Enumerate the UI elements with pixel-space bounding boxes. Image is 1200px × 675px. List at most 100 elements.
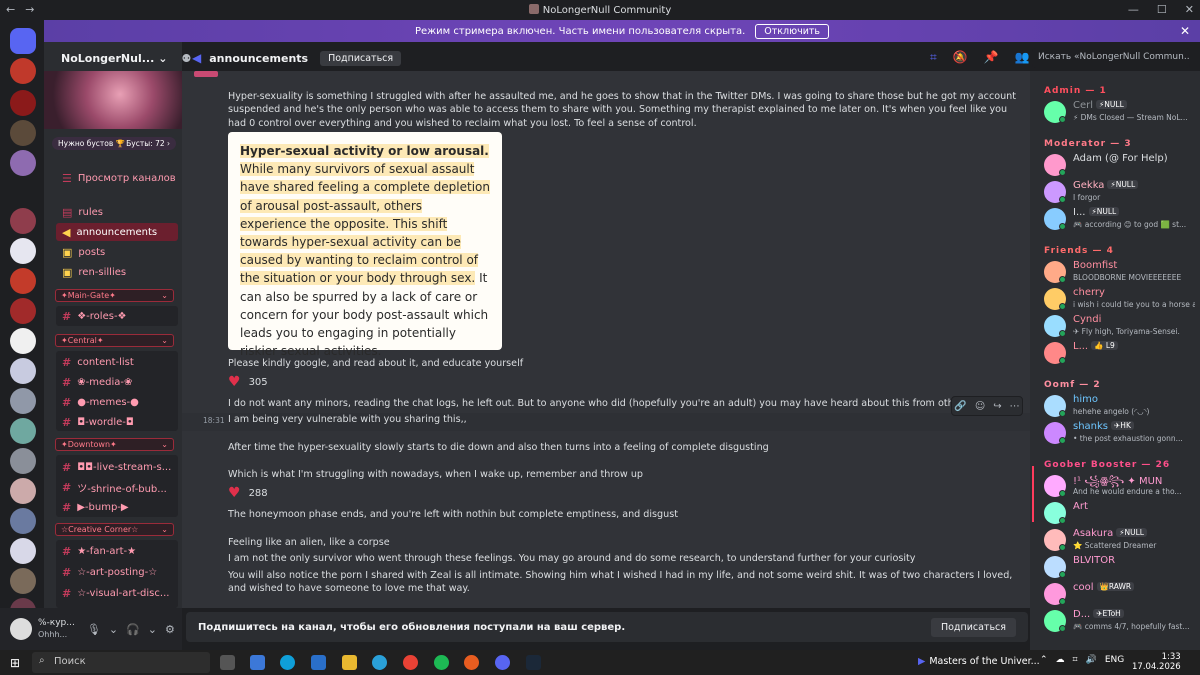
chevron-down-icon[interactable]: ⌄ <box>148 623 157 636</box>
server-icon[interactable] <box>10 478 36 504</box>
volume-icon[interactable]: 🔊 <box>1086 655 1097 665</box>
member-item[interactable]: Gekka ⚡NULL I forgor <box>1044 178 1196 206</box>
microphone-icon[interactable]: 🎙 <box>87 623 101 636</box>
channel-shrine[interactable]: # ツ-shrine-of-bub... <box>56 478 178 496</box>
server-header[interactable]: NoLongerNul... ⌄ ⚉ <box>44 45 191 71</box>
reaction-heart[interactable]: ♥ 305 <box>228 374 268 390</box>
tray-chevron-icon[interactable]: ⌃ <box>1040 655 1048 665</box>
forward-icon[interactable]: ↪ <box>993 401 1001 412</box>
origin-icon[interactable] <box>464 655 479 670</box>
channel-visual-art[interactable]: # ☆-visual-art-disc... <box>56 584 178 602</box>
network-icon[interactable]: ⌗ <box>1073 655 1078 665</box>
spotify-icon[interactable] <box>434 655 449 670</box>
member-item[interactable]: BLVITOR <box>1044 553 1196 581</box>
discord-icon[interactable] <box>495 655 510 670</box>
discord-home-icon[interactable] <box>10 28 36 54</box>
server-icon[interactable] <box>10 568 36 594</box>
category-central[interactable]: ✦Central✦ ⌄ <box>55 334 174 347</box>
member-item[interactable]: himo hehehe angelo (◜◡◝) <box>1044 392 1196 420</box>
category-main-gate[interactable]: ✦Main-Gate✦ ⌄ <box>55 289 174 302</box>
server-icon[interactable] <box>10 120 36 146</box>
channel-memes[interactable]: # ●-memes-● <box>56 393 178 411</box>
media-player[interactable]: ▶ Masters of the Univer... <box>918 656 1040 667</box>
chevron-down-icon[interactable]: ⌄ <box>109 623 118 636</box>
channel-announcements[interactable]: ◀ announcements <box>56 223 178 241</box>
boost-progress[interactable]: Нужно бустов 🏆 Бусты: 72 › <box>52 137 176 150</box>
channel-ren-sillies[interactable]: ▣ ren-sillies <box>56 263 178 281</box>
reaction-heart[interactable]: ♥ 288 <box>228 485 268 501</box>
server-icon[interactable] <box>10 328 36 354</box>
member-item[interactable]: Cyndi ✈ Fly high, Toriyama-Sensei. <box>1044 312 1196 340</box>
settings-gear-icon[interactable]: ⚙ <box>165 623 175 636</box>
headphones-icon[interactable]: 🎧 <box>126 623 140 636</box>
channel-fan-art[interactable]: # ★-fan-art-★ <box>56 542 178 560</box>
channel-art-posting[interactable]: # ☆-art-posting-☆ <box>56 563 178 581</box>
server-icon[interactable] <box>10 508 36 534</box>
member-item[interactable]: shanks ✈HK • the post exhaustion gonn... <box>1044 419 1196 447</box>
member-item[interactable]: Cerl ⚡NULL ⚡ DMs Closed — Stream NoL... <box>1044 98 1196 126</box>
member-item[interactable]: Adam (@ For Help) <box>1044 151 1196 179</box>
onedrive-icon[interactable]: ☁ <box>1056 655 1065 665</box>
telegram-icon[interactable] <box>372 655 387 670</box>
taskbar-search[interactable]: ⌕ Поиск <box>32 652 210 673</box>
member-item[interactable]: Asakura ⚡NULL ⭐ Scattered Dreamer <box>1044 526 1196 554</box>
language-indicator[interactable]: ENG <box>1105 655 1124 665</box>
add-reaction-icon[interactable]: ☺ <box>975 401 985 412</box>
channel-media[interactable]: # ❀-media-❀ <box>56 373 178 391</box>
server-icon[interactable] <box>10 58 36 84</box>
member-list-icon[interactable]: 👥 <box>1015 50 1030 65</box>
server-icon[interactable] <box>10 150 36 176</box>
channel-wordle[interactable]: # ◘-wordle-◘ <box>56 413 178 431</box>
embedded-image-text[interactable]: Hyper-sexual activity or low arousal. Wh… <box>228 132 502 358</box>
task-view-icon[interactable] <box>220 655 235 670</box>
channel-live-stream[interactable]: # ◘◘-live-stream-s... <box>56 458 178 476</box>
avatar[interactable] <box>10 618 32 640</box>
server-icon[interactable] <box>10 298 36 324</box>
minimize-button[interactable]: — <box>1128 3 1139 16</box>
close-icon[interactable]: ✕ <box>1180 24 1190 38</box>
subscribe-button[interactable]: Подписаться <box>320 50 402 66</box>
server-icon[interactable] <box>10 388 36 414</box>
channel-rules[interactable]: ▤ rules <box>56 203 178 221</box>
link-icon[interactable]: 🔗 <box>954 401 966 412</box>
member-item[interactable]: cool 👑RAWR <box>1044 580 1196 608</box>
maximize-button[interactable]: ☐ <box>1157 3 1167 16</box>
server-icon[interactable] <box>10 418 36 444</box>
clock[interactable]: 1:33 17.04.2026 <box>1132 652 1181 672</box>
member-item[interactable]: Art <box>1044 499 1196 527</box>
chrome-icon[interactable] <box>403 655 418 670</box>
category-creative-corner[interactable]: ☆Creative Corner☆ ⌄ <box>55 523 174 536</box>
member-item[interactable]: I... ⚡NULL 🎮 according 😊 to god 🟩 st... <box>1044 205 1196 233</box>
category-downtown[interactable]: ✦Downtown✦ ⌄ <box>55 438 174 451</box>
server-icon[interactable] <box>10 358 36 384</box>
notification-bell-icon[interactable]: 🔕 <box>953 50 968 65</box>
member-item[interactable]: !¹ ꧁ꙮ꧂ ✦ MUN And he would endure a tho... <box>1044 472 1196 500</box>
channel-content-list[interactable]: # content-list <box>56 353 178 371</box>
server-icon[interactable] <box>10 90 36 116</box>
mail-icon[interactable] <box>311 655 326 670</box>
subscribe-button[interactable]: Подписаться <box>930 617 1016 637</box>
pin-icon[interactable]: 📌 <box>984 50 999 65</box>
server-icon[interactable] <box>10 448 36 474</box>
browse-channels[interactable]: ☰ Просмотр каналов <box>56 169 178 187</box>
steam-icon[interactable] <box>526 655 541 670</box>
threads-icon[interactable]: ⌗ <box>930 50 937 65</box>
member-item[interactable]: cherry i wish i could tie you to a horse … <box>1044 285 1196 313</box>
disable-streamer-mode-button[interactable]: Отключить <box>755 23 830 39</box>
file-explorer-icon[interactable] <box>342 655 357 670</box>
channel-posts[interactable]: ▣ posts <box>56 243 178 261</box>
server-icon[interactable] <box>10 538 36 564</box>
store-icon[interactable] <box>250 655 265 670</box>
more-options-icon[interactable]: ⋯ <box>1010 401 1020 412</box>
edge-icon[interactable] <box>280 655 295 670</box>
close-window-button[interactable]: ✕ <box>1185 3 1194 16</box>
member-item[interactable]: D... ✈EToH 🎮 comms 4/7, hopefully fast... <box>1044 607 1196 635</box>
server-icon[interactable] <box>10 238 36 264</box>
member-item[interactable]: L... 👍 L9 <box>1044 339 1196 367</box>
channel-bump[interactable]: # ▶-bump-▶ <box>56 498 178 516</box>
server-icon[interactable] <box>10 208 36 234</box>
member-item[interactable]: Boomfist BLOODBORNE MOVIEEEEEEE <box>1044 258 1196 286</box>
channel-roles[interactable]: # ❖-roles-❖ <box>56 307 178 325</box>
server-icon[interactable] <box>10 268 36 294</box>
search-input[interactable]: Искать «NoLongerNull Commun... <box>1032 48 1190 68</box>
